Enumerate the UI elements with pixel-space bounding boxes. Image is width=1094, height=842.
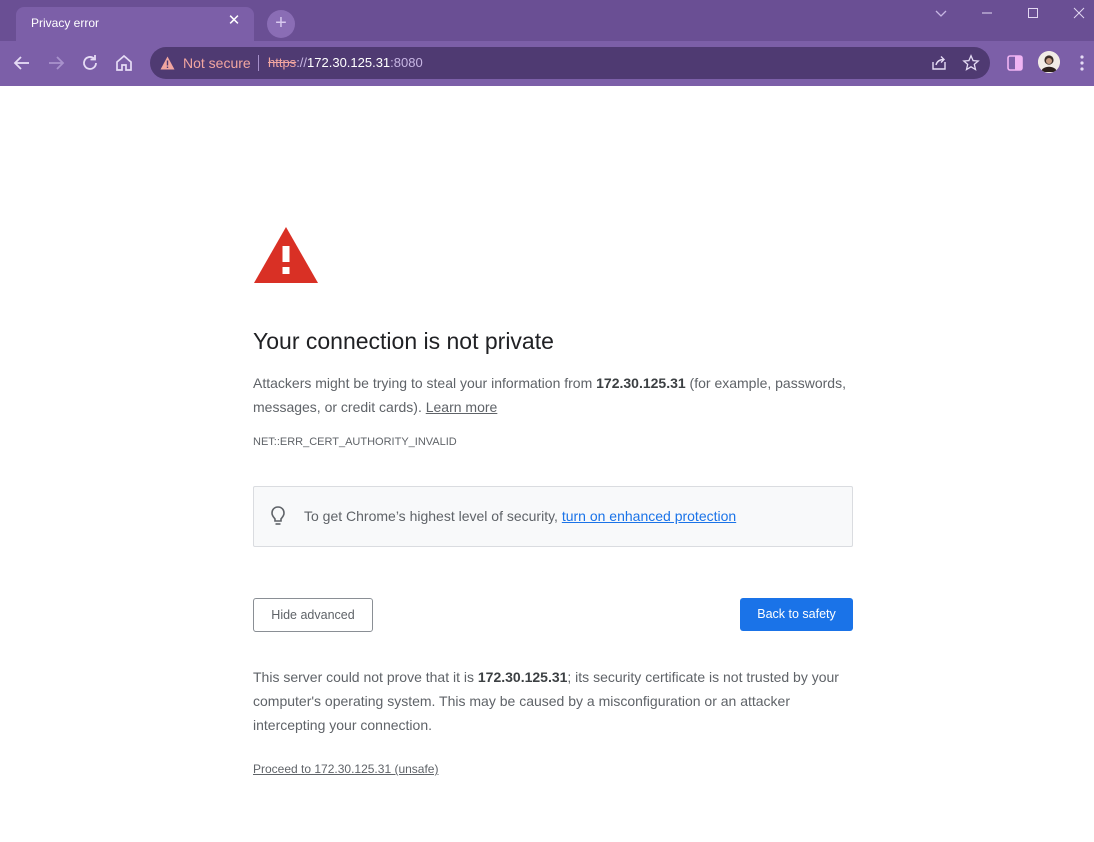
forward-arrow-icon[interactable] <box>44 51 68 75</box>
avatar[interactable] <box>1038 51 1060 73</box>
banner-text-part: To get Chrome’s highest level of securit… <box>304 508 562 524</box>
url-scheme: https <box>268 55 297 70</box>
home-icon[interactable] <box>112 51 136 75</box>
tab-strip: Privacy error ✕ + <box>0 0 1094 41</box>
advanced-host-bold: 172.30.125.31 <box>477 669 568 685</box>
tab-privacy-error[interactable]: Privacy error ✕ <box>16 7 254 41</box>
maximize-icon[interactable] <box>1022 4 1044 22</box>
banner-text: To get Chrome’s highest level of securit… <box>304 508 736 524</box>
hide-advanced-button[interactable]: Hide advanced <box>253 598 373 632</box>
reload-icon[interactable] <box>78 51 102 75</box>
host-bold: 172.30.125.31 <box>596 375 686 391</box>
proceed-unsafe-link[interactable]: Proceed to 172.30.125.31 (unsafe) <box>253 762 438 776</box>
url-text[interactable]: https://172.30.125.31:8080 <box>268 55 423 70</box>
address-bar[interactable]: Not secure https://172.30.125.31:8080 <box>150 47 990 79</box>
close-icon[interactable] <box>1068 4 1090 22</box>
star-icon[interactable] <box>962 54 980 72</box>
profile-avatar-icon <box>1038 51 1060 73</box>
enhanced-protection-banner: To get Chrome’s highest level of securit… <box>253 486 853 547</box>
tab-close-icon[interactable]: ✕ <box>226 13 242 29</box>
back-to-safety-button[interactable]: Back to safety <box>740 598 853 631</box>
tab-title: Privacy error <box>31 16 100 30</box>
description: Attackers might be trying to steal your … <box>253 371 853 419</box>
lightbulb-icon <box>271 506 285 525</box>
omnibox-divider <box>258 55 259 71</box>
advanced-part1: This server could not prove that it is <box>253 669 478 685</box>
url-host: 172.30.125.31 <box>307 55 391 70</box>
enhanced-protection-link[interactable]: turn on enhanced protection <box>562 508 736 524</box>
side-panel-icon[interactable] <box>1004 52 1026 74</box>
page-title: Your connection is not private <box>253 328 554 354</box>
learn-more-link[interactable]: Learn more <box>426 399 498 415</box>
error-code: NET::ERR_CERT_AUTHORITY_INVALID <box>253 436 457 448</box>
advanced-details: This server could not prove that it is 1… <box>253 665 853 737</box>
toolbar: Not secure https://172.30.125.31:8080 <box>0 41 1094 86</box>
url-port: :8080 <box>390 55 423 70</box>
kebab-menu-icon[interactable] <box>1078 53 1086 73</box>
minimize-icon[interactable] <box>976 4 998 22</box>
warning-icon[interactable] <box>160 56 175 70</box>
new-tab-button[interactable]: + <box>267 10 295 38</box>
description-part1: Attackers might be trying to steal your … <box>253 375 597 391</box>
warning-triangle-icon <box>254 227 318 283</box>
chevron-down-icon[interactable] <box>930 4 952 22</box>
share-icon[interactable] <box>930 54 948 72</box>
back-arrow-icon[interactable] <box>10 51 34 75</box>
not-secure-label[interactable]: Not secure <box>183 55 251 71</box>
page-content: Your connection is not private Attackers… <box>0 86 1094 842</box>
url-separator: :// <box>296 55 308 70</box>
